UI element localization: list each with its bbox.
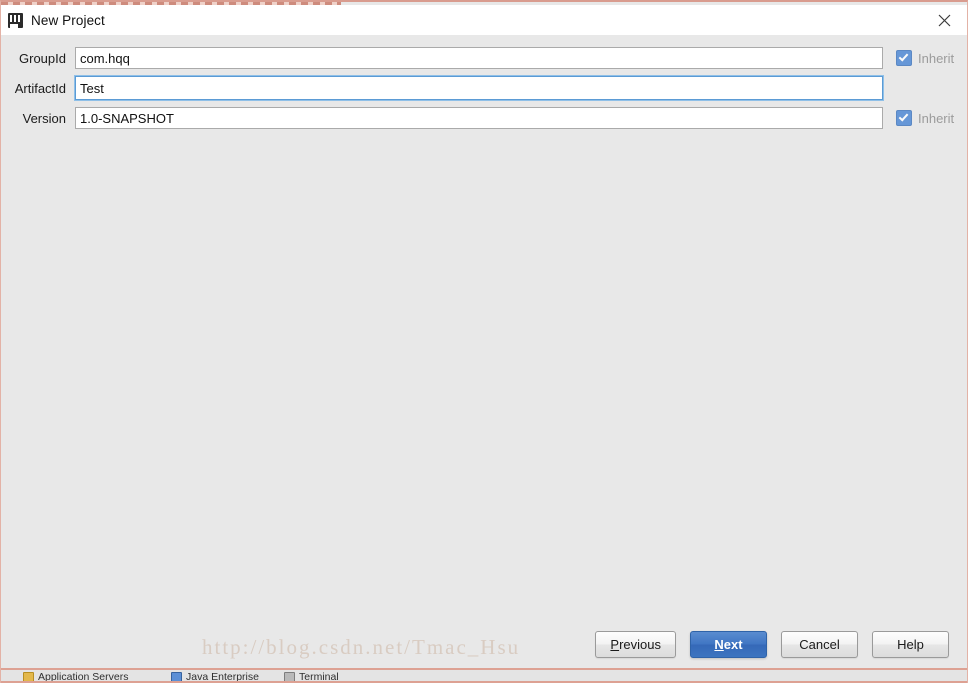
dialog-button-bar: Previous Next Cancel Help bbox=[2, 627, 966, 661]
version-label: Version bbox=[22, 110, 66, 126]
next-button-label: ext bbox=[723, 636, 743, 652]
groupid-label: GroupId bbox=[19, 50, 66, 66]
form-row-groupid: GroupId Inherit bbox=[2, 43, 966, 73]
groupid-inherit-label: Inherit bbox=[918, 50, 955, 66]
status-strip-item-application-servers[interactable]: Application Servers bbox=[23, 671, 129, 683]
window-title: New Project bbox=[31, 12, 105, 28]
dialog-titlebar: New Project bbox=[1, 5, 967, 35]
status-strip-label: Terminal bbox=[299, 671, 339, 683]
version-inherit-group[interactable]: Inherit bbox=[896, 110, 954, 126]
cancel-button[interactable]: Cancel bbox=[781, 630, 858, 658]
status-strip-item-terminal[interactable]: Terminal bbox=[284, 671, 339, 683]
status-strip-label: Application Servers bbox=[38, 671, 129, 683]
help-button[interactable]: Help bbox=[872, 630, 949, 658]
form-row-artifactid: ArtifactId bbox=[2, 73, 966, 103]
status-strip-label: Java Enterprise bbox=[186, 671, 259, 683]
version-inherit-checkbox[interactable] bbox=[896, 110, 912, 126]
previous-button[interactable]: Previous bbox=[595, 630, 676, 658]
application-servers-icon bbox=[23, 672, 34, 681]
groupid-input[interactable] bbox=[75, 47, 883, 69]
dialog-body: GroupId Inherit ArtifactId Version Inher… bbox=[2, 35, 966, 672]
status-strip-item-java-enterprise[interactable]: Java Enterprise bbox=[171, 671, 259, 683]
version-input[interactable] bbox=[75, 107, 883, 129]
artifactid-input[interactable] bbox=[75, 76, 883, 100]
intellij-idea-logo-icon bbox=[8, 12, 23, 28]
groupid-inherit-checkbox[interactable] bbox=[896, 50, 912, 66]
java-enterprise-icon bbox=[171, 672, 182, 681]
close-icon bbox=[938, 14, 950, 26]
version-inherit-label: Inherit bbox=[918, 110, 955, 126]
previous-button-mnemonic: P bbox=[610, 636, 620, 652]
previous-button-label: revious bbox=[619, 636, 661, 652]
artifactid-label: ArtifactId bbox=[14, 80, 66, 96]
close-button[interactable] bbox=[921, 5, 967, 35]
next-button-mnemonic: N bbox=[714, 636, 724, 652]
form-row-version: Version Inherit bbox=[2, 103, 966, 133]
ide-status-strip: Application Servers Java Enterprise Term… bbox=[1, 668, 967, 683]
groupid-inherit-group[interactable]: Inherit bbox=[896, 50, 954, 66]
terminal-icon bbox=[284, 672, 295, 681]
new-project-dialog: New Project GroupId Inherit ArtifactId bbox=[0, 0, 968, 683]
next-button[interactable]: Next bbox=[690, 630, 767, 658]
titlebar-left-group: New Project bbox=[1, 12, 921, 28]
maven-coordinates-form: GroupId Inherit ArtifactId Version Inher… bbox=[2, 43, 966, 133]
